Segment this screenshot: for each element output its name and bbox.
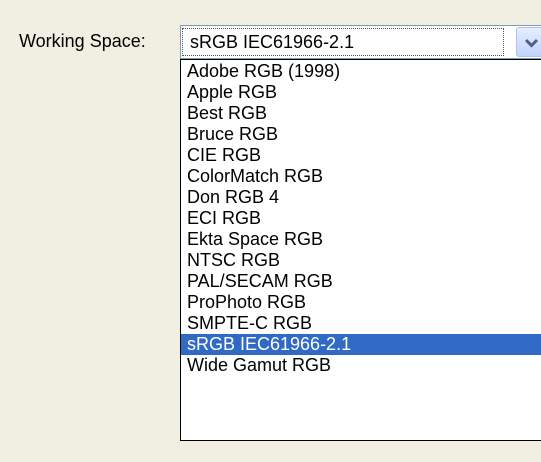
option-apple-rgb[interactable]: Apple RGB (181, 82, 541, 103)
dropdown-button[interactable] (516, 27, 541, 57)
working-space-label: Working Space: (19, 31, 146, 51)
option-don-rgb-4[interactable]: Don RGB 4 (181, 187, 541, 208)
option-best-rgb[interactable]: Best RGB (181, 103, 541, 124)
option-wide-gamut-rgb[interactable]: Wide Gamut RGB (181, 355, 541, 376)
option-srgb-iec61966-2-1[interactable]: sRGB IEC61966-2.1 (181, 334, 541, 355)
option-pal-secam-rgb[interactable]: PAL/SECAM RGB (181, 271, 541, 292)
option-bruce-rgb[interactable]: Bruce RGB (181, 124, 541, 145)
option-colormatch-rgb[interactable]: ColorMatch RGB (181, 166, 541, 187)
option-eci-rgb[interactable]: ECI RGB (181, 208, 541, 229)
working-space-options-list[interactable]: Adobe RGB (1998) Apple RGB Best RGB Bruc… (180, 59, 541, 441)
option-smpte-c-rgb[interactable]: SMPTE-C RGB (181, 313, 541, 334)
working-space-selected-value: sRGB IEC61966-2.1 (182, 28, 504, 56)
option-prophoto-rgb[interactable]: ProPhoto RGB (181, 292, 541, 313)
option-ntsc-rgb[interactable]: NTSC RGB (181, 250, 541, 271)
option-adobe-rgb-1998[interactable]: Adobe RGB (1998) (181, 61, 541, 82)
chevron-down-icon (524, 38, 539, 48)
option-cie-rgb[interactable]: CIE RGB (181, 145, 541, 166)
option-ekta-space-rgb[interactable]: Ekta Space RGB (181, 229, 541, 250)
working-space-select[interactable]: sRGB IEC61966-2.1 (180, 25, 541, 59)
